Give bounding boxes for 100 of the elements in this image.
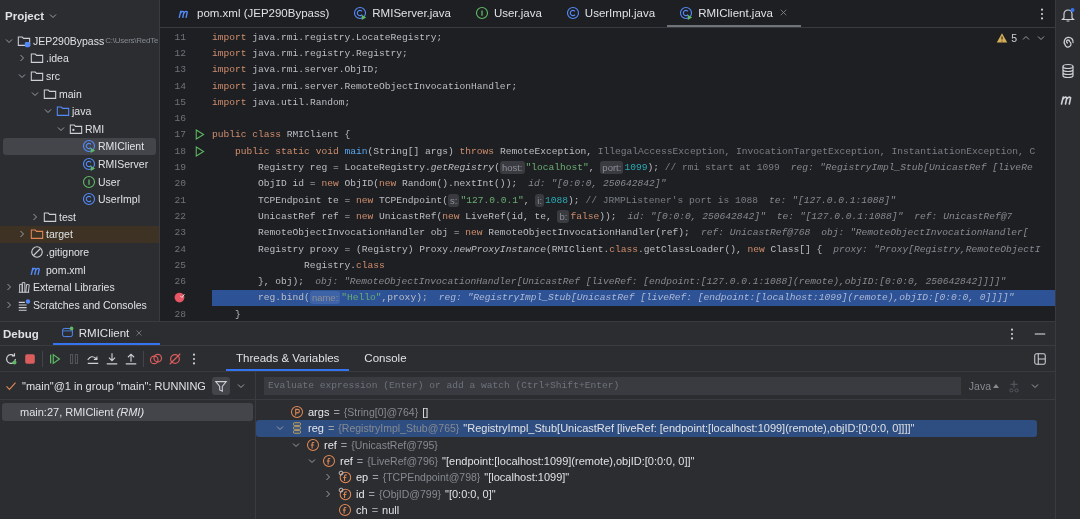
warning-count[interactable]: 5 — [1011, 32, 1017, 44]
panel-tab[interactable]: Threads & Variables — [226, 346, 350, 371]
tree-item[interactable]: RMIClient — [3, 137, 156, 156]
variable-row[interactable]: ref = {LiveRef@796} "[endpoint:[localhost:1099](remote),objID:[0:0:0, 0]]" — [256, 452, 701, 470]
code-text: import java.rmi.registry.Registry; — [212, 47, 408, 59]
variable-row[interactable]: ref = {UnicastRef@795} — [256, 436, 444, 453]
class-icon — [679, 5, 694, 20]
interface-icon — [474, 5, 489, 20]
variable-row[interactable]: args = {String[0]@764} [] — [256, 404, 435, 421]
rerun-icon[interactable] — [4, 351, 18, 366]
line-number: 22 — [173, 210, 186, 222]
tree-item[interactable]: UserImpl — [0, 190, 144, 208]
window-icon — [60, 326, 74, 339]
editor-tab[interactable]: RMIClient.java — [667, 0, 801, 27]
class-icon — [353, 5, 368, 20]
variable-row[interactable]: ch = null — [256, 501, 406, 519]
panel-title[interactable]: Project — [5, 10, 44, 22]
tree-item[interactable]: main — [0, 84, 86, 103]
editor-tab[interactable]: UserImpl.java — [553, 0, 668, 27]
tree-item[interactable]: JEP290BypassC:\Users\RedTe — [0, 32, 159, 50]
parameter-icon — [290, 405, 304, 420]
line-number: 12 — [173, 47, 186, 59]
line-number: 11 — [173, 31, 186, 43]
libraries-icon — [17, 280, 31, 295]
tree-item[interactable]: Scratches and Consoles — [0, 295, 151, 314]
inline-value: id: "[0:0:0, 250642842]" — [627, 210, 766, 222]
resume-icon[interactable] — [48, 351, 62, 366]
line-number: 13 — [173, 64, 186, 76]
code-text: false)); — [570, 210, 617, 222]
breakpoint-icon[interactable] — [173, 291, 186, 305]
folder-icon — [17, 33, 31, 48]
editor-tab[interactable]: User.java — [462, 0, 554, 27]
folder-icon — [43, 209, 57, 224]
tree-item[interactable]: target — [0, 225, 159, 244]
code-text: RemoteObjectInvocationHandler obj = new RemoteObjectInvocationHandler(ref); — [257, 227, 690, 239]
variable-row[interactable]: id = {ObjID@799} "[0:0:0, 0]" — [256, 485, 502, 502]
variable-row[interactable]: reg = {RegistryImpl_Stub@765} "RegistryImpl_Stub[UnicastRef [liveRef: [endpoint:[localhost:1099](remote),objID:[0:0:0, 0]]]]" — [256, 420, 1037, 437]
class-icon — [82, 156, 96, 171]
field-icon — [338, 486, 352, 501]
inline-value: proxy: "Proxy[Registry,RemoteObjectI — [833, 243, 1041, 255]
tree-item[interactable]: RMI — [0, 119, 109, 138]
variable-row[interactable]: ep = {TCPEndpoint@798} "[localhost:1099]" — [256, 469, 576, 486]
code-text: import java.rmi.server.ObjID; — [212, 64, 379, 76]
tree-item[interactable]: test — [0, 207, 80, 226]
step-out-icon[interactable] — [124, 351, 138, 366]
code-text: import java.rmi.server.RemoteObjectInvocationHandler; — [212, 80, 518, 92]
editor-tab[interactable]: RMIServer.java — [341, 0, 463, 27]
class-icon — [565, 5, 580, 20]
line-number: 25 — [173, 259, 186, 271]
close-icon[interactable] — [134, 327, 145, 338]
warning-icon[interactable] — [996, 32, 1009, 44]
code-text: "Hello",proxy); — [341, 292, 428, 304]
inline-value: te: "[127.0.0.1:1088]" — [769, 194, 896, 206]
tree-item[interactable]: RMIServer — [0, 155, 153, 173]
line-number: 23 — [173, 227, 186, 239]
tree-item[interactable]: User — [0, 172, 125, 191]
code-text: reg.bind( — [257, 292, 310, 304]
language-dropdown[interactable]: Java — [968, 379, 999, 392]
line-number: 28 — [173, 308, 186, 320]
code-text: ObjID id = new ObjID(new Random().nextInt()); — [257, 178, 518, 190]
line-number: 20 — [173, 178, 186, 190]
folder-icon — [43, 86, 57, 101]
inline-value: reg: "RegistryImpl_Stub[UnicastRef [liveRe — [790, 162, 1033, 173]
line-number: 24 — [173, 243, 186, 255]
code-text: 1088); // JRMPListener's port is 1088 — [545, 194, 759, 206]
step-into-icon[interactable] — [105, 351, 119, 366]
ignore-icon — [30, 244, 44, 259]
inline-value: te: "[127.0.0.1:1088]" — [776, 210, 904, 222]
code-text: import java.rmi.registry.LocateRegistry; — [212, 31, 443, 43]
notifications-icon[interactable] — [1060, 7, 1076, 23]
database-icon[interactable] — [1060, 63, 1076, 79]
tree-item[interactable]: pom.xml — [0, 260, 90, 279]
filter-icon[interactable] — [214, 378, 228, 393]
code-text: Registry reg = LocateRegistry.getRegistry( — [257, 162, 500, 173]
field-icon — [338, 470, 352, 485]
tree-item[interactable]: .idea — [0, 49, 73, 68]
layout-icon[interactable] — [1033, 351, 1047, 366]
line-number: 21 — [173, 194, 186, 206]
tree-item[interactable]: External Libraries — [0, 278, 119, 296]
caret-icon[interactable] — [993, 382, 999, 389]
stop-icon[interactable] — [23, 351, 37, 366]
inline-value: ref: UnicastRef@7 — [914, 210, 1013, 222]
folder-icon — [30, 69, 44, 83]
editor-tab[interactable]: pom.xml (JEP290Bypass) — [166, 0, 342, 27]
class-icon — [82, 192, 96, 207]
breakpoints-icon[interactable] — [149, 351, 163, 366]
stack-frame[interactable]: main:27, RMIClient (RMI) — [2, 403, 253, 421]
code-text: }, obj); — [257, 276, 305, 288]
tree-item[interactable]: .gitignore — [0, 243, 94, 261]
panel-title: Debug — [3, 327, 39, 340]
tree-item[interactable]: java — [0, 102, 96, 120]
line-number: 17 — [173, 129, 186, 141]
spiral-icon[interactable] — [1060, 35, 1076, 51]
thread-selector[interactable]: "main"@1 in group "main": RUNNING — [22, 379, 207, 392]
panel-tab[interactable]: Console — [354, 346, 417, 371]
tree-item[interactable]: src — [0, 67, 64, 85]
mute-breakpoints-icon[interactable] — [168, 351, 182, 366]
code-text: public class RMIClient { — [212, 129, 351, 141]
line-number: 18 — [173, 145, 186, 157]
session-tab[interactable]: RMIClient — [52, 322, 161, 345]
